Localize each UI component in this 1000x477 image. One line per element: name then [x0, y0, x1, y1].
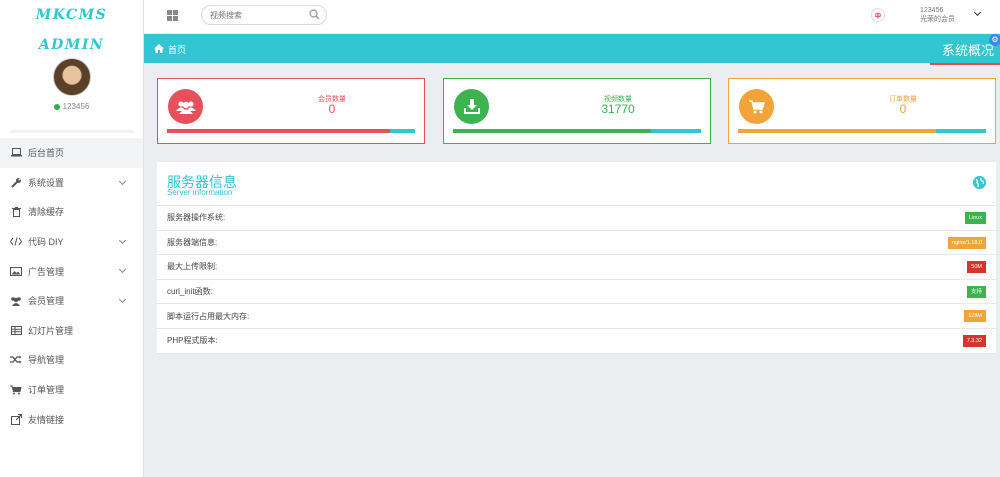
table-row: curl_init函数: 支持 — [157, 280, 996, 305]
image-icon — [10, 265, 22, 277]
stat-value: 31770 — [601, 102, 635, 116]
sidebar-item-label: 订单管理 — [28, 385, 65, 396]
table-row: 服务器操作系统: Linux — [157, 206, 996, 231]
sidebar-item-friend-links[interactable]: 友情链接 — [0, 404, 143, 434]
app-logo[interactable]: MKCMS ADMIN — [0, 0, 143, 53]
stat-progress-bar — [453, 129, 701, 133]
info-label: 服务器端信息: — [167, 237, 218, 247]
stat-card-members: 会员数量 0 — [157, 78, 425, 144]
sidebar-item-clear-cache[interactable]: 清除缓存 — [0, 197, 143, 227]
sidebar-item-label: 后台首页 — [28, 148, 65, 159]
avatar[interactable] — [52, 58, 91, 96]
info-label: PHP程式版本: — [167, 336, 218, 346]
stat-progress-fill — [167, 129, 391, 133]
sidebar: MKCMS ADMIN 123456 后台首页 系统设置 清除缓存 代码 DIY… — [0, 0, 144, 477]
chevron-down-icon — [118, 266, 127, 274]
breadcrumb-home[interactable]: 首页 — [168, 43, 186, 56]
user-menu[interactable]: 123456 光荣的会员 — [920, 6, 955, 24]
external-link-icon — [10, 413, 22, 425]
language-flag-icon[interactable]: 中 — [871, 8, 885, 22]
breadcrumb[interactable]: 首页 — [154, 43, 186, 56]
status-badge: 7.3.32 — [962, 334, 986, 347]
server-info-subtitle: Server information — [167, 188, 233, 197]
users-icon — [10, 295, 22, 307]
server-info-header: 服务器信息 Server information — [157, 162, 996, 206]
breadcrumb-bar: 首页 系统概况 — [144, 34, 1000, 63]
top-navbar: 中 123456 光荣的会员 — [144, 0, 1000, 33]
home-icon — [154, 44, 164, 55]
page-title-underline — [930, 63, 1000, 65]
sidebar-item-system-settings[interactable]: 系统设置 — [0, 168, 143, 198]
code-icon — [10, 236, 22, 248]
sidebar-item-label: 导航管理 — [28, 355, 65, 366]
stat-value: 0 — [899, 102, 907, 116]
sidebar-item-code-diy[interactable]: 代码 DIY — [0, 227, 143, 257]
stat-progress-fill — [453, 129, 652, 133]
user-name: 123456 — [920, 7, 944, 14]
table-row: 脚本运行占用最大内存: 128M — [157, 304, 996, 329]
table-row: PHP程式版本: 7.3.32 — [157, 329, 996, 354]
info-label: curl_init函数: — [167, 287, 213, 297]
stat-progress-fill — [738, 129, 937, 133]
search-input[interactable] — [202, 6, 302, 24]
page-title: 系统概况 — [941, 43, 994, 58]
info-label: 最大上传限制: — [167, 262, 218, 272]
sidebar-item-orders[interactable]: 订单管理 — [0, 375, 143, 405]
search-box — [201, 5, 327, 25]
stat-card-videos: 视频数量 31770 — [443, 78, 711, 144]
random-icon — [10, 354, 22, 366]
user-role: 光荣的会员 — [920, 16, 955, 23]
sidebar-item-slides[interactable]: 幻灯片管理 — [0, 316, 143, 346]
globe-icon[interactable] — [973, 176, 986, 189]
online-status-dot — [53, 103, 60, 110]
status-badge: 支持 — [966, 285, 986, 298]
sidebar-item-label: 代码 DIY — [28, 237, 64, 248]
sidebar-item-label: 友情链接 — [28, 414, 65, 425]
wrench-icon — [10, 176, 22, 188]
sidebar-item-label: 系统设置 — [28, 177, 65, 188]
sidebar-item-label: 清除缓存 — [28, 207, 65, 218]
grid-menu-icon[interactable] — [167, 10, 178, 21]
table-icon — [10, 324, 22, 336]
sidebar-menu: 后台首页 系统设置 清除缓存 代码 DIY 广告管理 会员管理 幻灯片管理 导航… — [0, 138, 143, 434]
status-badge: 50M — [967, 261, 986, 274]
server-info-panel: 服务器信息 Server information 服务器操作系统: Linux … — [157, 162, 996, 354]
sidebar-item-label: 幻灯片管理 — [28, 325, 74, 336]
cart-icon — [10, 384, 22, 396]
search-icon[interactable] — [309, 9, 320, 23]
sidebar-item-navigation[interactable]: 导航管理 — [0, 345, 143, 375]
chevron-down-icon[interactable] — [973, 8, 982, 17]
sidebar-item-dashboard[interactable]: 后台首页 — [0, 138, 143, 168]
stat-card-orders: 订单数量 0 — [728, 78, 996, 144]
status-badge: nginx/1.18.0 — [948, 236, 986, 249]
chevron-down-icon — [118, 295, 127, 304]
settings-gear-icon[interactable]: ⚙ — [989, 34, 1000, 46]
profile-username: 123456 — [62, 102, 90, 111]
sidebar-item-label: 广告管理 — [28, 266, 65, 277]
stat-progress-bar — [738, 129, 986, 133]
table-row: 最大上传限制: 50M — [157, 255, 996, 280]
info-label: 脚本运行占用最大内存: — [167, 311, 250, 321]
trash-icon — [10, 206, 22, 218]
sidebar-item-label: 会员管理 — [28, 296, 65, 307]
stat-progress-bar — [167, 129, 415, 133]
chevron-down-icon — [118, 236, 127, 244]
chevron-down-icon — [118, 177, 127, 185]
sidebar-divider — [9, 130, 134, 133]
sidebar-item-ads[interactable]: 广告管理 — [0, 256, 143, 286]
stat-value: 0 — [328, 102, 336, 116]
status-badge: 128M — [964, 310, 986, 323]
table-row: 服务器端信息: nginx/1.18.0 — [157, 231, 996, 256]
sidebar-item-members[interactable]: 会员管理 — [0, 286, 143, 316]
status-badge: Linux — [964, 212, 986, 224]
laptop-icon — [10, 147, 22, 159]
info-label: 服务器操作系统: — [167, 213, 226, 223]
